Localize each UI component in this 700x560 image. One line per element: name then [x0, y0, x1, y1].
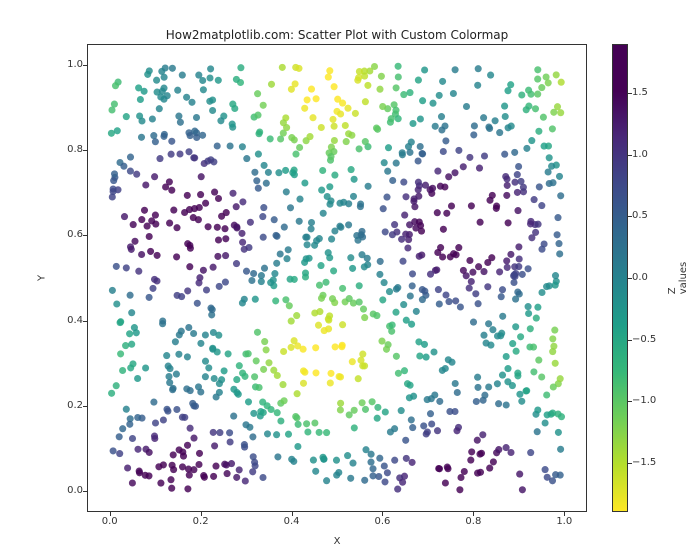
y-tick-mark: [83, 321, 87, 322]
y-tick-label: 1.0: [55, 59, 83, 70]
y-axis-label: Y: [37, 275, 48, 281]
y-tick-label: 0.2: [55, 400, 83, 411]
x-tick-label: 0.4: [277, 516, 307, 527]
y-tick-mark: [83, 406, 87, 407]
colorbar-tick-label: 0.5: [632, 210, 648, 221]
colorbar-tick-label: −1.5: [632, 457, 656, 468]
colorbar-tick-label: −1.0: [632, 395, 656, 406]
y-tick-mark: [83, 235, 87, 236]
figure: How2matplotlib.com: Scatter Plot with Cu…: [0, 0, 700, 560]
scatter-points: [88, 45, 586, 511]
x-tick-label: 0.6: [367, 516, 397, 527]
scatter-plot-axes: [87, 44, 587, 512]
x-tick-label: 1.0: [549, 516, 579, 527]
y-tick-label: 0.6: [55, 229, 83, 240]
y-tick-mark: [83, 65, 87, 66]
chart-title: How2matplotlib.com: Scatter Plot with Cu…: [87, 28, 587, 42]
colorbar-tick-label: −0.5: [632, 334, 656, 345]
y-tick-mark: [83, 150, 87, 151]
y-tick-mark: [83, 491, 87, 492]
colorbar-tick-label: 1.0: [632, 149, 648, 160]
x-tick-label: 0.2: [186, 516, 216, 527]
y-tick-label: 0.8: [55, 144, 83, 155]
y-tick-label: 0.4: [55, 315, 83, 326]
colorbar-label: Z values: [667, 262, 689, 295]
x-tick-label: 0.8: [458, 516, 488, 527]
x-axis-label: X: [87, 536, 587, 547]
colorbar: [612, 44, 628, 512]
colorbar-tick-label: 1.5: [632, 87, 648, 98]
x-tick-label: 0.0: [95, 516, 125, 527]
y-tick-label: 0.0: [55, 485, 83, 496]
colorbar-tick-label: 0.0: [632, 272, 648, 283]
